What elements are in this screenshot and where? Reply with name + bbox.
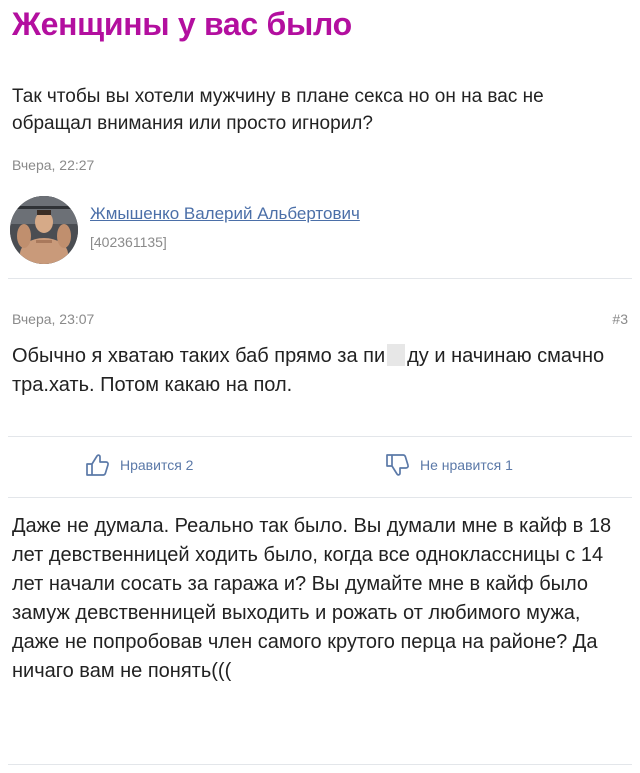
comment-date: Вчера, 23:07 [12,311,95,327]
comment-text-part1: Обычно я хватаю таких баб прямо за пи [12,345,386,367]
like-button[interactable]: Нравится 2 [84,452,193,478]
reply-text: Даже не думала. Реально так было. Вы дум… [12,515,612,682]
author-name-link[interactable]: Жмышенко Валерий Альбертович [90,204,360,224]
like-label: Нравится 2 [120,457,194,473]
comment-text: Обычно я хватаю таких баб прямо за пи ду … [12,342,628,400]
divider [8,497,632,498]
question-date: Вчера, 22:27 [12,157,95,173]
thumbs-down-icon [386,454,409,476]
avatar-image [10,196,78,264]
author-id: [402361135] [90,234,167,250]
comment-number: #3 [612,311,628,327]
comment-author: Жмышенко Валерий Альбертович [402361135] [10,196,630,266]
dislike-label: Не нравится 1 [420,457,513,473]
thumbs-up-icon [86,454,109,476]
avatar[interactable] [10,196,78,264]
divider [8,436,632,437]
topic-title: Женщины у вас было [12,6,352,42]
dislike-button[interactable]: Не нравится 1 [384,452,513,478]
divider [8,764,632,765]
divider [8,278,632,279]
question-text: Так чтобы вы хотели мужчину в плане секс… [12,86,544,134]
censor-blur [387,344,406,366]
